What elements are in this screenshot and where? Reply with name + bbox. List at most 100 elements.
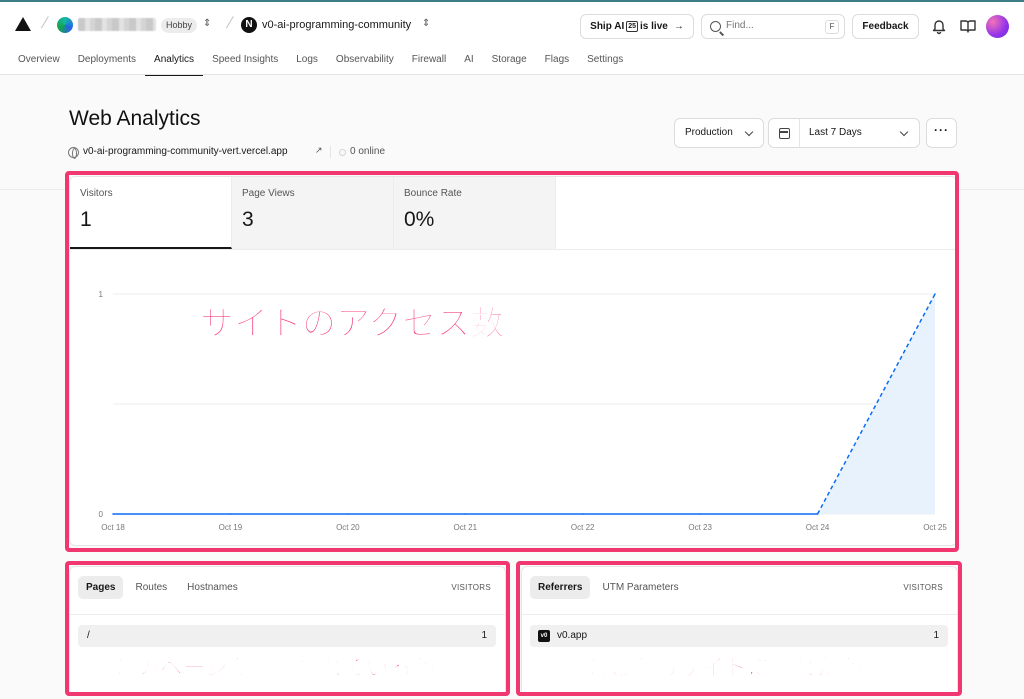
project-nav-tabs: Overview Deployments Analytics Speed Insigh… <box>0 53 632 77</box>
referrer-name: v0.app <box>557 630 588 641</box>
metric-tabs: Visitors 1 Page Views 3 Bounce Rate 0% <box>70 177 556 249</box>
tab-storage[interactable]: Storage <box>483 53 536 77</box>
team-avatar[interactable] <box>57 17 73 33</box>
tab-flags[interactable]: Flags <box>536 53 578 77</box>
search-box[interactable]: F <box>701 14 845 39</box>
chevron-down-icon <box>744 127 754 137</box>
x-tick-label: Oct 23 <box>688 523 712 532</box>
plan-badge: Hobby <box>161 18 198 33</box>
pages-tab-pages[interactable]: Pages <box>78 576 124 599</box>
metric-tab-visitors[interactable]: Visitors 1 <box>70 177 232 249</box>
divider <box>330 146 331 158</box>
ship-ai-prefix: Ship AI <box>590 21 625 32</box>
team-switcher-chevron-icon[interactable]: ⇕ <box>203 19 211 29</box>
globe-icon <box>68 147 79 159</box>
data-point <box>347 513 349 515</box>
site-url-link[interactable]: v0-ai-programming-community-vert.vercel.… <box>83 146 288 157</box>
tab-analytics[interactable]: Analytics <box>145 53 204 77</box>
team-name-redacted[interactable] <box>78 18 156 31</box>
feedback-button[interactable]: Feedback <box>852 14 919 39</box>
annotation-pages-label: どのページが閲覧されているか <box>114 654 436 681</box>
tab-settings[interactable]: Settings <box>578 53 632 77</box>
docs-book-icon[interactable] <box>958 16 978 36</box>
metric-label: Visitors <box>80 188 113 199</box>
tab-overview[interactable]: Overview <box>0 53 69 77</box>
table-row[interactable]: / 1 <box>78 625 496 647</box>
calendar-icon <box>779 128 790 139</box>
page-title: Web Analytics <box>69 107 201 130</box>
search-icon <box>710 21 721 32</box>
metric-tab-bounce-rate[interactable]: Bounce Rate 0% <box>394 177 556 249</box>
project-switcher-chevron-icon[interactable]: ⇕ <box>422 19 430 29</box>
data-point <box>229 513 232 515</box>
tab-firewall[interactable]: Firewall <box>403 53 455 77</box>
tab-ai[interactable]: AI <box>455 53 482 77</box>
top-bar: / Hobby ⇕ / N v0-ai-programming-communit… <box>0 0 1024 77</box>
online-count: 0 online <box>350 146 386 157</box>
data-point <box>112 513 114 515</box>
ship-ai-announcement-button[interactable]: Ship AI 25 is live → <box>580 14 694 39</box>
notifications-bell-icon[interactable] <box>929 16 949 36</box>
tab-logs[interactable]: Logs <box>287 53 327 77</box>
divider <box>522 614 957 615</box>
visitors-chart: 0 1 Oct 18 Oct 19 Oct 20 Oct 21 Oct 22 Oct 23 Oc… <box>99 290 948 532</box>
metric-value: 3 <box>242 208 254 231</box>
search-input[interactable] <box>726 20 816 31</box>
x-tick-label: Oct 21 <box>453 523 477 532</box>
tab-speed-insights[interactable]: Speed Insights <box>203 53 287 77</box>
annotation-referrers-label: どこからサイトに訪れたか <box>586 654 863 681</box>
pages-tab-hostnames[interactable]: Hostnames <box>179 576 246 599</box>
x-tick-label: Oct 25 <box>923 523 947 532</box>
vercel-logo-icon[interactable] <box>15 17 31 31</box>
breadcrumb-separator: / <box>224 15 235 32</box>
tab-observability[interactable]: Observability <box>327 53 403 77</box>
visitor-count: 1 <box>933 630 939 641</box>
data-point <box>581 513 584 515</box>
y-tick-label: 1 <box>99 290 104 299</box>
x-tick-label: Oct 20 <box>336 523 360 532</box>
ship-ai-badge: 25 <box>626 21 639 32</box>
v0-favicon-icon: v0 <box>538 630 550 642</box>
annotation-chart-label: サイトのアクセス数 <box>199 305 505 344</box>
analytics-chart-card: Visitors 1 Page Views 3 Bounce Rate 0% 0 1 Oct … <box>69 176 957 546</box>
pages-card-tabs: Pages Routes Hostnames <box>78 576 246 599</box>
search-shortcut-key: F <box>825 20 839 34</box>
chevron-down-icon <box>899 127 909 137</box>
metric-value: 1 <box>80 208 92 231</box>
x-tick-label: Oct 18 <box>101 523 125 532</box>
arrow-right-icon: → <box>673 21 684 32</box>
y-tick-label: 0 <box>99 510 104 519</box>
online-status-dot <box>339 149 346 156</box>
environment-select[interactable]: Production <box>674 118 764 148</box>
external-link-icon[interactable]: ↗ <box>315 145 323 156</box>
date-range-select[interactable]: Last 7 Days <box>768 118 920 148</box>
tab-deployments[interactable]: Deployments <box>69 53 145 77</box>
x-tick-label: Oct 19 <box>219 523 243 532</box>
metric-value: 0% <box>404 208 435 231</box>
data-point <box>464 513 467 515</box>
pages-tab-routes[interactable]: Routes <box>127 576 175 599</box>
more-options-button[interactable]: ··· <box>926 118 957 148</box>
divider <box>799 119 800 147</box>
column-header-visitors: VISITORS <box>903 583 943 592</box>
visitor-count: 1 <box>481 630 487 641</box>
user-avatar[interactable] <box>986 15 1009 38</box>
environment-value: Production <box>685 127 733 138</box>
column-header-visitors: VISITORS <box>451 583 491 592</box>
x-tick-label: Oct 22 <box>571 523 595 532</box>
metric-label: Bounce Rate <box>404 188 462 199</box>
table-row[interactable]: v0 v0.app 1 <box>530 625 948 647</box>
referrers-tab-utm-parameters[interactable]: UTM Parameters <box>594 576 686 599</box>
data-point <box>816 513 819 515</box>
referrers-card-tabs: Referrers UTM Parameters <box>530 576 687 599</box>
referrers-tab-referrers[interactable]: Referrers <box>530 576 591 599</box>
date-range-value: Last 7 Days <box>809 127 862 138</box>
metric-tab-page-views[interactable]: Page Views 3 <box>232 177 394 249</box>
breadcrumb-separator: / <box>39 15 50 32</box>
metric-label: Page Views <box>242 188 295 199</box>
project-name[interactable]: v0-ai-programming-community <box>262 19 411 31</box>
project-icon: N <box>241 17 257 33</box>
data-point <box>699 513 701 515</box>
page-path: / <box>87 630 90 641</box>
x-tick-label: Oct 24 <box>806 523 830 532</box>
